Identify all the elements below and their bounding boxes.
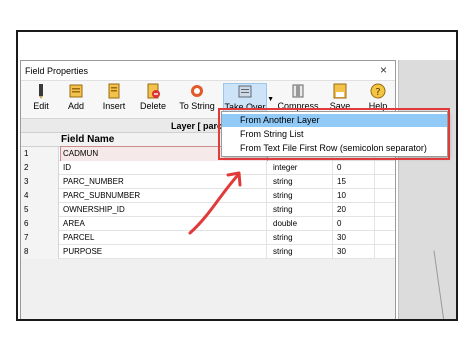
field-name-header[interactable]: Field Name — [61, 134, 114, 145]
background-area — [18, 32, 456, 60]
field-name-cell[interactable]: PURPOSE — [61, 245, 267, 259]
field-type-cell[interactable]: double — [271, 217, 333, 231]
row-number: 2 — [21, 161, 59, 175]
row-number: 5 — [21, 203, 59, 217]
edit-label: Edit — [33, 101, 49, 111]
delete-icon — [147, 83, 160, 99]
field-length-cell[interactable]: 10 — [335, 189, 375, 203]
close-icon[interactable]: × — [380, 63, 387, 77]
row-number: 7 — [21, 231, 59, 245]
edit-button[interactable]: Edit — [29, 83, 53, 117]
save-icon — [333, 83, 347, 99]
field-length-cell[interactable]: 20 — [335, 203, 375, 217]
to-string-label: To String — [179, 101, 215, 111]
row-number: 1 — [21, 147, 59, 161]
row-number: 4 — [21, 189, 59, 203]
annotation-highlight-box — [218, 108, 450, 160]
delete-label: Delete — [139, 101, 166, 111]
add-button[interactable]: Add — [61, 83, 91, 117]
field-type-cell[interactable]: string — [271, 175, 333, 189]
insert-icon — [108, 83, 120, 99]
field-length-cell[interactable]: 30 — [335, 245, 375, 259]
table-row[interactable]: 8 PURPOSE string 30 — [21, 245, 395, 259]
insert-button[interactable]: Insert — [97, 83, 131, 117]
field-length-cell[interactable]: 0 — [335, 217, 375, 231]
window-title: Field Properties — [25, 66, 89, 76]
field-type-cell[interactable]: string — [271, 245, 333, 259]
layer-title: Layer [ parc — [171, 121, 223, 131]
help-icon: ? — [370, 83, 386, 99]
add-icon — [69, 84, 83, 98]
delete-button[interactable]: Delete — [135, 83, 171, 117]
compress-icon — [292, 84, 304, 98]
row-number: 3 — [21, 175, 59, 189]
field-length-cell[interactable]: 30 — [335, 231, 375, 245]
annotation-arrow-icon — [188, 171, 242, 235]
row-number: 8 — [21, 245, 59, 259]
edit-icon — [39, 84, 43, 99]
insert-label: Insert — [102, 101, 126, 111]
add-label: Add — [67, 101, 84, 111]
to-string-icon — [191, 85, 203, 97]
background-map-panel — [398, 60, 456, 319]
field-length-cell[interactable]: 0 — [335, 161, 375, 175]
field-type-cell[interactable]: integer — [271, 161, 333, 175]
field-type-cell[interactable]: string — [271, 231, 333, 245]
field-type-cell[interactable]: string — [271, 203, 333, 217]
title-bar: Field Properties × — [21, 61, 395, 81]
chevron-down-icon[interactable]: ▼ — [267, 96, 274, 103]
row-number: 6 — [21, 217, 59, 231]
take-over-icon — [238, 85, 252, 98]
svg-text:?: ? — [375, 87, 380, 98]
field-length-cell[interactable]: 15 — [335, 175, 375, 189]
field-type-cell[interactable]: string — [271, 189, 333, 203]
to-string-button[interactable]: To String — [173, 83, 221, 117]
